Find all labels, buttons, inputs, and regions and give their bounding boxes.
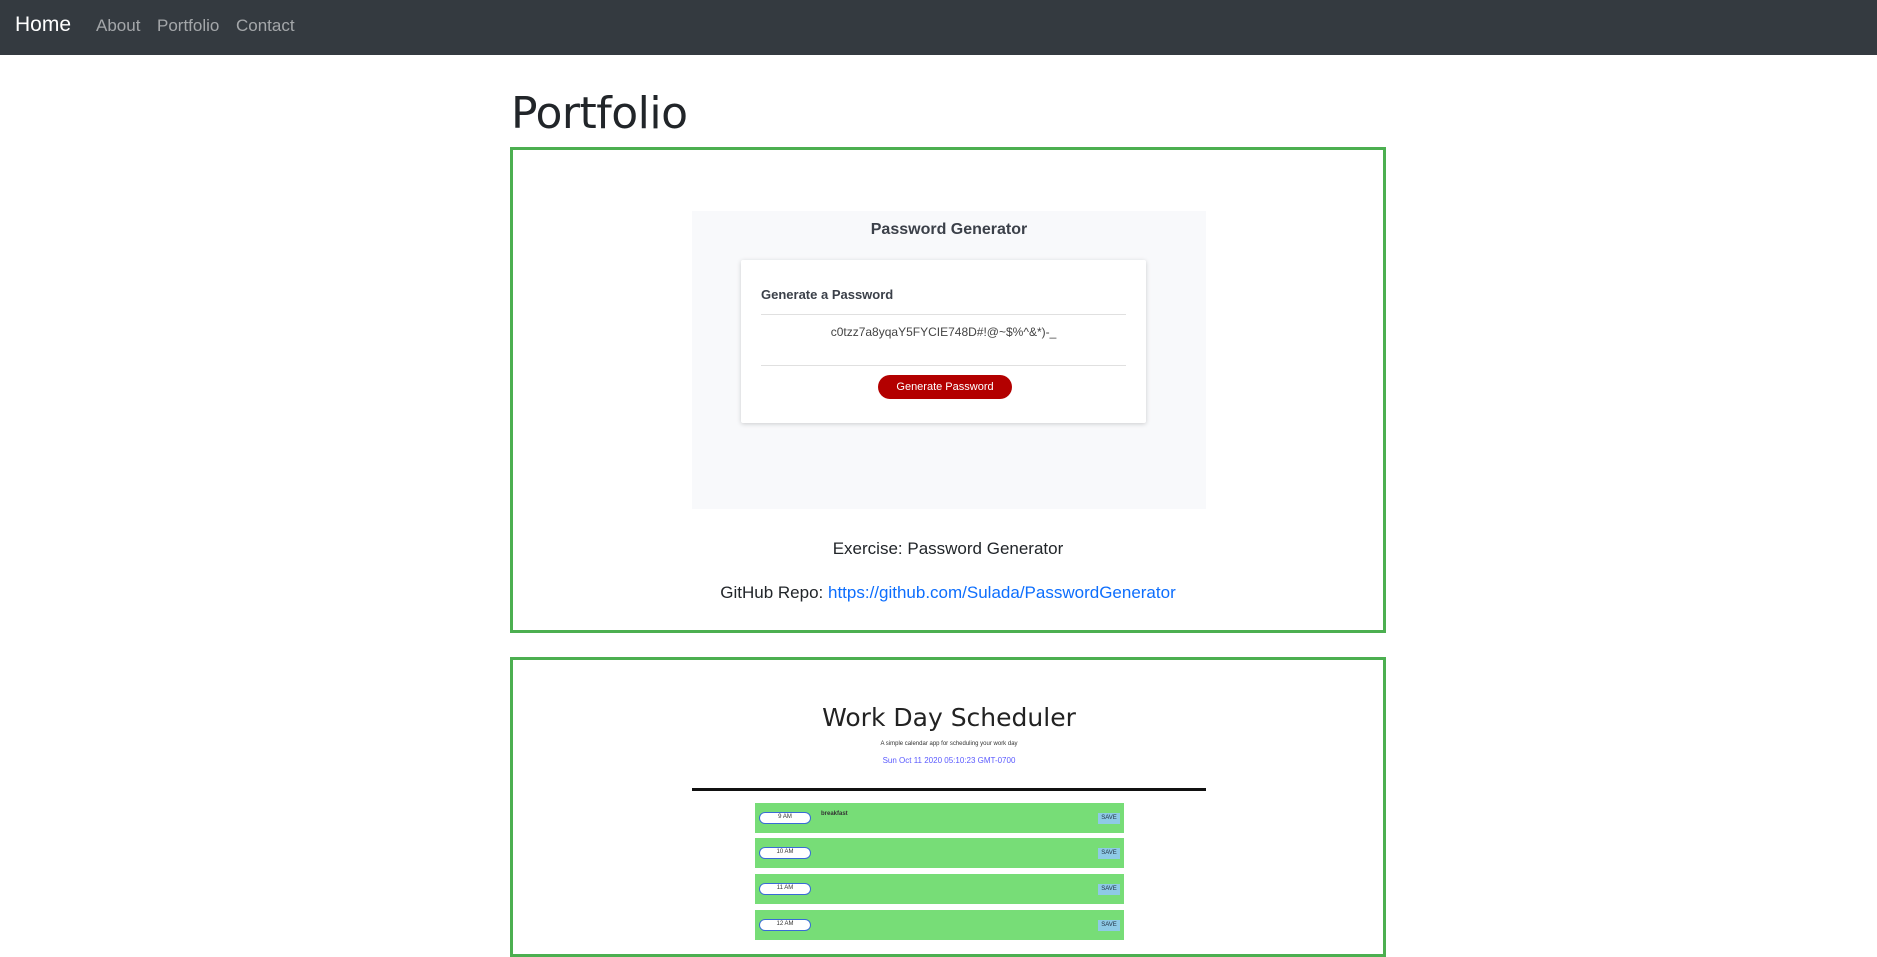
screenshot-time-row: 9 AM breakfast SAVE <box>755 803 1124 833</box>
screenshot-save-button: SAVE <box>1098 813 1120 824</box>
nav-portfolio-link[interactable]: Portfolio <box>157 16 219 36</box>
navbar: Home About Portfolio Contact <box>0 0 1877 55</box>
project-screenshot: Password Generator Generate a Password c… <box>692 211 1206 509</box>
screenshot-hour: 9 AM <box>759 812 811 824</box>
project-screenshot: Work Day Scheduler A simple calendar app… <box>692 703 1206 954</box>
screenshot-generate-button: Generate Password <box>878 375 1012 399</box>
nav-about-link[interactable]: About <box>96 16 140 36</box>
nav-contact-link[interactable]: Contact <box>236 16 295 36</box>
project-caption: Exercise: Password Generator <box>832 539 1064 558</box>
project-repo-line: GitHub Repo: https://github.com/Sulada/P… <box>513 583 1383 603</box>
screenshot-panel: Generate a Password c0tzz7a8yqaY5FYCIE74… <box>741 260 1146 423</box>
screenshot-hour: 12 AM <box>759 919 811 931</box>
screenshot-time-row: 11 AM SAVE <box>755 874 1124 904</box>
project-card-password-generator: Password Generator Generate a Password c… <box>510 147 1386 633</box>
screenshot-hour: 10 AM <box>759 847 811 859</box>
screenshot-divider <box>692 788 1206 791</box>
screenshot-hour: 11 AM <box>759 883 811 895</box>
page-title: Portfolio <box>511 88 688 139</box>
screenshot-save-button: SAVE <box>1098 920 1120 931</box>
repo-link[interactable]: https://github.com/Sulada/PasswordGenera… <box>828 583 1176 602</box>
screenshot-event: breakfast <box>821 811 848 817</box>
divider <box>761 365 1126 366</box>
project-card-work-day-scheduler: Work Day Scheduler A simple calendar app… <box>510 657 1386 957</box>
repo-label: GitHub Repo: <box>720 583 824 602</box>
screenshot-date: Sun Oct 11 2020 05:10:23 GMT-0700 <box>882 756 1016 765</box>
screenshot-password-text: c0tzz7a8yqaY5FYCIE748D#!@~$%^&*)-_ <box>830 325 1057 339</box>
screenshot-app-title: Password Generator <box>870 221 1028 238</box>
screenshot-time-row: 10 AM SAVE <box>755 838 1124 868</box>
divider <box>761 314 1126 315</box>
screenshot-subtitle: A simple calendar app for scheduling you… <box>880 741 1018 747</box>
screenshot-panel-heading: Generate a Password <box>761 287 894 302</box>
screenshot-app-title: Work Day Scheduler <box>822 703 1076 732</box>
screenshot-save-button: SAVE <box>1098 884 1120 895</box>
screenshot-save-button: SAVE <box>1098 848 1120 859</box>
nav-home-link[interactable]: Home <box>15 13 71 37</box>
